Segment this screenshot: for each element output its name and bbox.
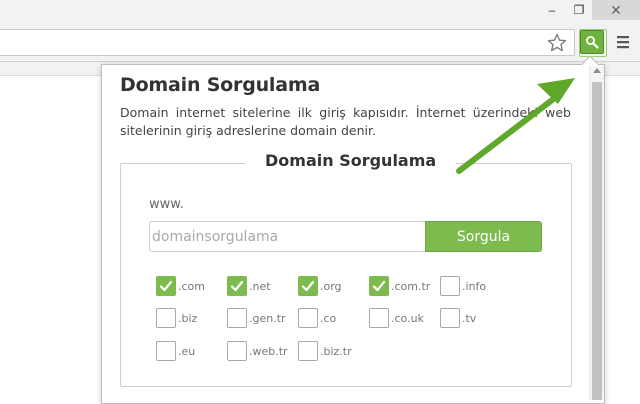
form-title: Domain Sorgulama [245,151,457,170]
close-button[interactable]: ✕ [592,0,640,20]
tld-checkbox[interactable] [440,276,460,296]
tld-checkbox[interactable] [369,308,389,328]
tld-option[interactable]: .co [298,307,336,329]
tld-checkbox[interactable] [227,308,247,328]
tld-checkbox[interactable] [156,308,176,328]
tld-checkbox[interactable] [156,341,176,361]
tld-checkbox[interactable] [440,308,460,328]
popup-title: Domain Sorgulama [120,74,321,96]
tld-option[interactable]: .info [440,275,486,297]
tld-label: .tv [462,311,477,325]
tld-label: .co [320,311,337,325]
tld-label: .com.tr [391,279,431,293]
search-button[interactable]: Sorgula [425,221,542,252]
browser-toolbar [0,24,640,62]
tld-option[interactable]: .org [298,275,342,297]
tld-label: .co.uk [391,311,424,325]
tld-option[interactable]: .tv [440,307,476,329]
domain-input[interactable] [149,221,426,252]
popup-scrollbar[interactable] [589,66,604,400]
tld-label: .gen.tr [249,311,286,325]
domain-extension-button[interactable] [579,29,607,57]
star-icon[interactable] [546,32,568,54]
tld-checkbox[interactable] [298,276,318,296]
tld-label: .web.tr [249,344,288,358]
tld-option[interactable]: .web.tr [227,340,288,362]
scroll-up-arrow-icon[interactable] [593,68,601,73]
minimize-button[interactable]: – [538,0,566,20]
checkmark-icon [372,280,386,292]
tld-option[interactable]: .biz [156,307,197,329]
tld-checkbox[interactable] [227,341,247,361]
address-bar[interactable] [0,29,575,56]
tld-label: .eu [178,344,196,358]
tld-checkbox[interactable] [298,341,318,361]
tld-option[interactable]: .eu [156,340,195,362]
tld-option[interactable]: .com [156,275,205,297]
www-prefix-label: www. [149,197,184,212]
tld-label: .org [320,279,342,293]
tld-option[interactable]: .com.tr [369,275,430,297]
scroll-thumb[interactable] [592,82,602,400]
checkmark-icon [230,280,244,292]
checkmark-icon [159,280,173,292]
tld-checkbox[interactable] [369,276,389,296]
tld-checkbox[interactable] [156,276,176,296]
restore-button[interactable]: ❐ [565,0,593,20]
tld-label: .info [462,279,487,293]
menu-icon[interactable] [614,33,632,51]
tld-label: .com [178,279,205,293]
tld-label: .biz.tr [320,344,352,358]
tld-option[interactable]: .net [227,275,271,297]
checkmark-icon [301,280,315,292]
tld-option[interactable]: .co.uk [369,307,424,329]
tld-label: .biz [178,311,198,325]
tld-option[interactable]: .gen.tr [227,307,286,329]
search-icon [586,36,599,49]
window-titlebar: – ❐ ✕ [0,0,640,24]
tld-label: .net [249,279,271,293]
tld-checkbox[interactable] [227,276,247,296]
tld-checkbox[interactable] [298,308,318,328]
tld-option[interactable]: .biz.tr [298,340,352,362]
popup-description: Domain internet sitelerine ilk giriş kap… [120,105,571,138]
